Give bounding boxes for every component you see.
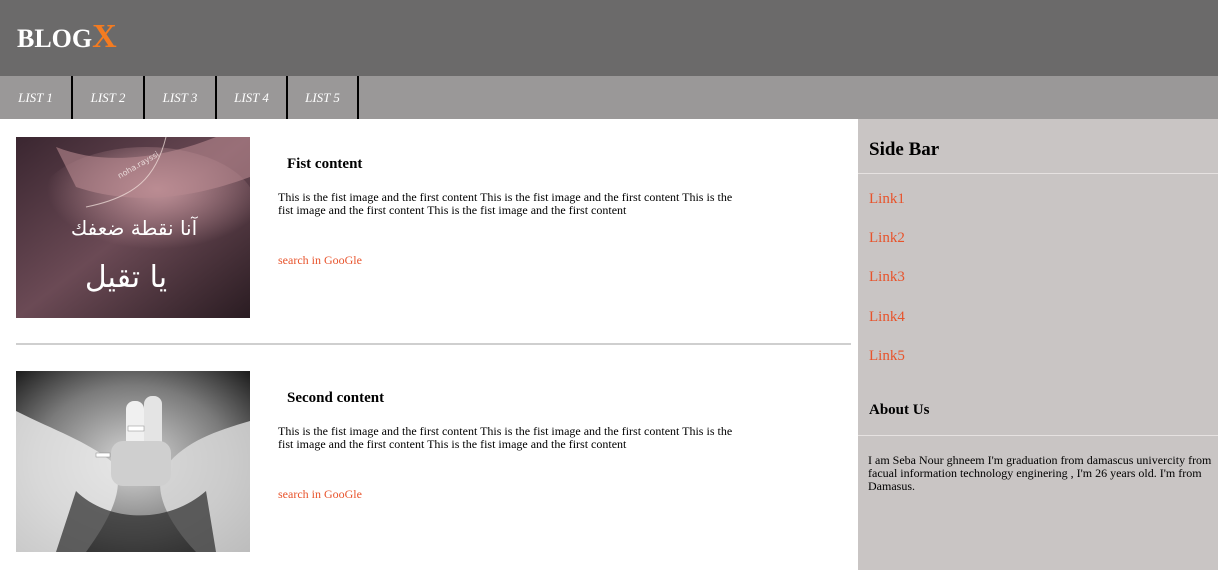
nav-item-list-1[interactable]: LIST 1 <box>0 76 73 119</box>
post-link-2[interactable]: search in GooGle <box>278 487 362 502</box>
sidebar-divider <box>858 173 1218 174</box>
post-image-2 <box>16 371 250 552</box>
sidebar-link-2[interactable]: Link2 <box>869 230 905 247</box>
about-title: About Us <box>869 402 930 418</box>
post-divider <box>16 343 851 345</box>
image-arabic-line-2: يا تقيل <box>85 260 167 295</box>
logo-text: BLOG <box>17 24 93 53</box>
image-arabic-line-1: آنا نقطة ضعفك <box>71 215 199 240</box>
post-body-1: This is the fist image and the first con… <box>278 190 733 217</box>
sidebar-link-3[interactable]: Link3 <box>869 269 905 286</box>
sidebar-link-5[interactable]: Link5 <box>869 348 905 365</box>
sidebar-link-4[interactable]: Link4 <box>869 309 905 326</box>
about-divider <box>858 435 1218 436</box>
nav-item-list-2[interactable]: LIST 2 <box>73 76 145 119</box>
about-text: I am Seba Nour ghneem I'm graduation fro… <box>868 453 1212 493</box>
post-title-1: Fist content <box>287 156 363 172</box>
post-link-1[interactable]: search in GooGle <box>278 253 362 268</box>
post-title-2: Second content <box>287 390 385 406</box>
main-nav: LIST 1 LIST 2 LIST 3 LIST 4 LIST 5 <box>0 76 1218 119</box>
site-header: BLOGX <box>0 0 1218 76</box>
logo-accent: X <box>92 18 117 55</box>
main-content: noha.rayssi آنا نقطة ضعفك يا تقيل Fist c… <box>0 119 858 570</box>
nav-item-list-5[interactable]: LIST 5 <box>288 76 359 119</box>
nav-item-list-3[interactable]: LIST 3 <box>145 76 217 119</box>
nav-item-list-4[interactable]: LIST 4 <box>217 76 288 119</box>
post-image-1: noha.rayssi آنا نقطة ضعفك يا تقيل <box>16 137 250 318</box>
post-body-2: This is the fist image and the first con… <box>278 424 733 451</box>
sidebar-title: Side Bar <box>869 139 940 160</box>
site-logo[interactable]: BLOGX <box>17 18 117 56</box>
sidebar-link-1[interactable]: Link1 <box>869 191 905 208</box>
sidebar: Side Bar Link1 Link2 Link3 Link4 Link5 A… <box>858 119 1218 570</box>
